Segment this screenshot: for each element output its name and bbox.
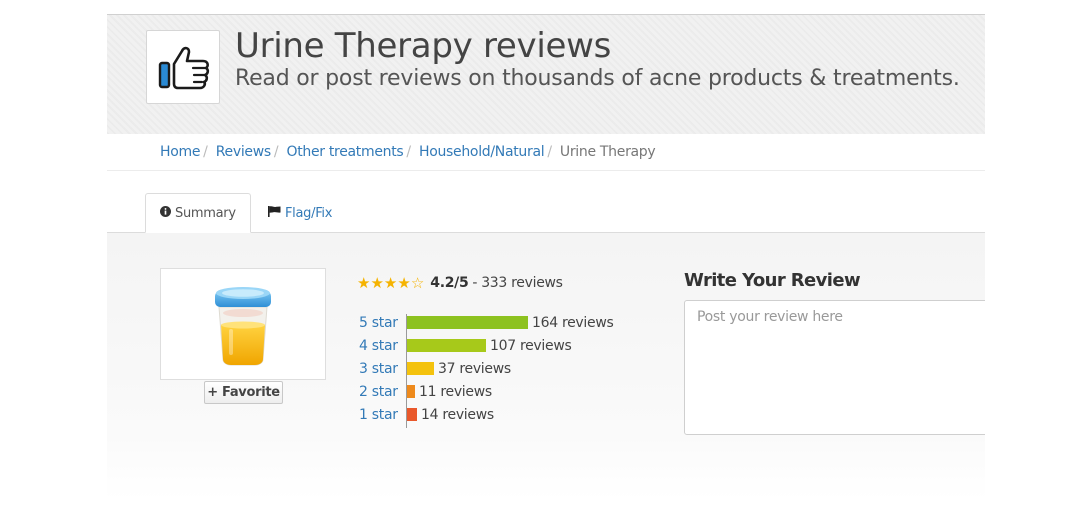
distribution-count: 14 reviews — [421, 407, 494, 423]
distribution-label[interactable]: 4 star — [359, 338, 398, 354]
page-subtitle: Read or post reviews on thousands of acn… — [235, 66, 960, 91]
breadcrumb-reviews[interactable]: Reviews — [216, 144, 271, 160]
breadcrumb-other-treatments[interactable]: Other treatments — [286, 144, 403, 160]
tab-summary[interactable]: Summary — [145, 193, 251, 233]
info-circle-icon — [160, 205, 171, 221]
breadcrumb-home[interactable]: Home — [160, 144, 200, 160]
distribution-label[interactable]: 3 star — [359, 361, 398, 377]
breadcrumb-separator: / — [273, 144, 279, 160]
distribution-bar — [407, 316, 528, 329]
tab-flag-fix-label: Flag/Fix — [285, 205, 333, 221]
urine-cup-image — [215, 287, 271, 366]
breadcrumb-household-natural[interactable]: Household/Natural — [419, 144, 545, 160]
site-header: Urine Therapy reviews Read or post revie… — [107, 14, 985, 134]
rating-summary: ★★★★☆ 4.2/5 - 333 reviews — [357, 274, 563, 292]
rating-stars: ★★★★☆ — [357, 274, 424, 292]
rating-count: 333 reviews — [481, 275, 563, 291]
distribution-row: 3 star 37 reviews — [357, 359, 687, 379]
favorite-button[interactable]: + Favorite — [204, 381, 283, 404]
star-full-icon: ★ — [397, 274, 411, 292]
distribution-count: 164 reviews — [532, 315, 614, 331]
breadcrumb-separator: / — [406, 144, 411, 160]
breadcrumb: Home / Reviews / Other treatments / Househo… — [160, 144, 656, 160]
distribution-row: 1 star 14 reviews — [357, 405, 687, 425]
tab-summary-label: Summary — [175, 205, 236, 221]
distribution-row: 4 star 107 reviews — [357, 336, 687, 356]
distribution-bar — [407, 408, 417, 421]
write-review-title: Write Your Review — [684, 270, 861, 291]
distribution-label[interactable]: 5 star — [359, 315, 398, 331]
breadcrumb-bar: Home / Reviews / Other treatments / Househo… — [107, 134, 985, 171]
distribution-bar — [407, 339, 486, 352]
star-empty-icon: ☆ — [410, 274, 425, 292]
page-frame: Urine Therapy reviews Read or post revie… — [107, 14, 985, 500]
star-full-icon: ★ — [357, 274, 371, 292]
page-title: Urine Therapy reviews — [235, 26, 612, 66]
distribution-label[interactable]: 1 star — [359, 407, 398, 423]
flag-icon — [268, 205, 281, 221]
distribution-count: 37 reviews — [438, 361, 511, 377]
review-textarea[interactable] — [684, 300, 985, 435]
breadcrumb-separator: / — [203, 144, 208, 160]
distribution-count: 11 reviews — [419, 384, 492, 400]
distribution-count: 107 reviews — [490, 338, 572, 354]
rating-score: 4.2/5 — [430, 275, 469, 291]
star-full-icon: ★ — [383, 274, 398, 292]
rating-separator: - — [472, 275, 478, 291]
site-logo[interactable] — [146, 30, 220, 104]
distribution-row: 5 star 164 reviews — [357, 313, 687, 333]
distribution-bar — [407, 385, 415, 398]
distribution-label[interactable]: 2 star — [359, 384, 398, 400]
star-full-icon: ★ — [370, 274, 384, 292]
breadcrumb-current: Urine Therapy — [559, 144, 656, 160]
distribution-row: 2 star 11 reviews — [357, 382, 687, 402]
thumbs-up-icon — [158, 46, 210, 90]
distribution-bar — [407, 362, 434, 375]
breadcrumb-separator: / — [547, 144, 552, 160]
tab-flag-fix[interactable]: Flag/Fix — [268, 193, 332, 233]
product-image[interactable] — [160, 268, 326, 380]
